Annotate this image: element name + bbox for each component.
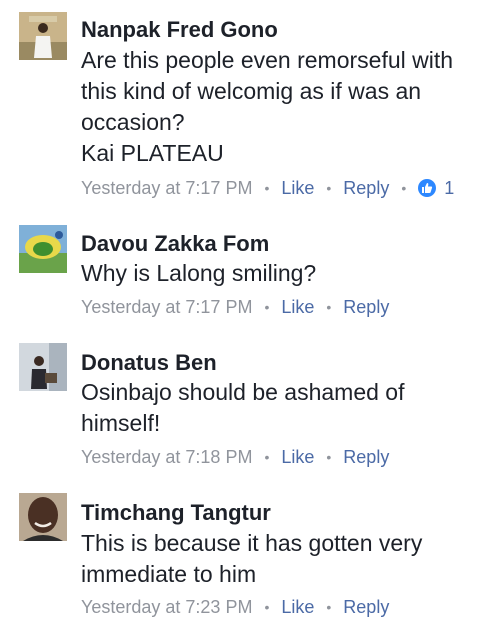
comment-time[interactable]: Yesterday at 7:17 PM [81,296,252,318]
comment-time[interactable]: Yesterday at 7:18 PM [81,446,252,468]
thumbs-up-icon[interactable] [418,179,437,197]
comment-meta: Yesterday at 7:18 PM • Like • Reply [81,446,389,468]
separator: • [326,599,332,615]
reply-button[interactable]: Reply [343,446,389,468]
like-button[interactable]: Like [281,296,314,318]
comment-author[interactable]: Timchang Tangtur [81,500,271,526]
comment-text: Osinbajo should be ashamed of himself! [81,379,405,436]
like-button[interactable]: Like [281,596,314,618]
comment-time[interactable]: Yesterday at 7:17 PM [81,177,252,199]
separator: • [401,180,407,196]
comment-author[interactable]: Nanpak Fred Gono [81,17,278,43]
comment-time[interactable]: Yesterday at 7:23 PM [81,596,252,618]
separator: • [264,599,270,615]
like-button[interactable]: Like [281,446,314,468]
comment-text: Why is Lalong smiling? [81,260,317,286]
separator: • [264,299,270,315]
separator: • [326,299,332,315]
avatar[interactable] [19,225,67,273]
reply-button[interactable]: Reply [343,296,389,318]
separator: • [264,180,270,196]
comment-text: This is because it has gotten very immed… [81,530,423,587]
comment-meta: Yesterday at 7:23 PM • Like • Reply [81,596,389,618]
comment-author[interactable]: Davou Zakka Fom [81,231,269,257]
comment-meta: Yesterday at 7:17 PM • Like • Reply • 1 [81,177,454,199]
separator: • [264,449,270,465]
reply-button[interactable]: Reply [343,596,389,618]
separator: • [326,180,332,196]
avatar[interactable] [19,12,67,60]
separator: • [326,449,332,465]
comment-meta: Yesterday at 7:17 PM • Like • Reply [81,296,389,318]
comment-text: Are this people even remorseful with thi… [81,47,454,166]
like-button[interactable]: Like [281,177,314,199]
avatar[interactable] [19,343,67,391]
reply-button[interactable]: Reply [343,177,389,199]
reaction-count[interactable]: 1 [444,177,454,199]
avatar[interactable] [19,493,67,541]
comment-author[interactable]: Donatus Ben [81,350,217,376]
